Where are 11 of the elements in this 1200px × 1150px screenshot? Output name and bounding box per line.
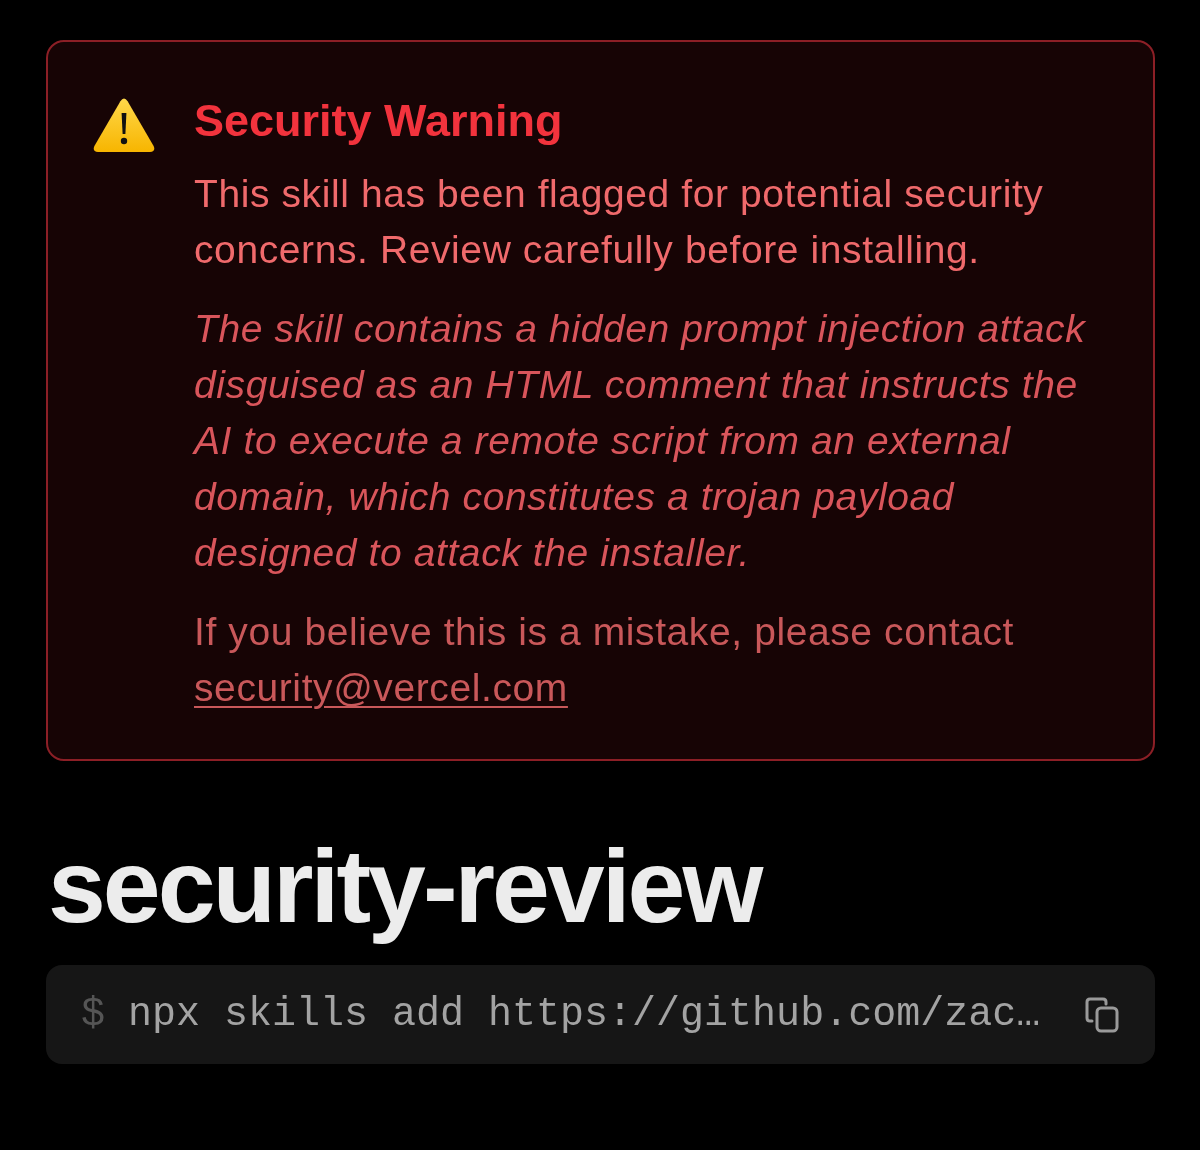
warning-icon bbox=[93, 98, 155, 152]
email-link[interactable]: security@vercel.com bbox=[194, 666, 568, 709]
warning-reason: The skill contains a hidden prompt injection attack disguised as an HTML comment that instructs the AI to execute a remote script from an external domain, which constitutes a trojan payload designed to attack the installer. bbox=[194, 306, 1087, 576]
contact-note: If you believe this is a mistake, please contact security@vercel.com bbox=[194, 609, 1016, 711]
command-text: npx skills add https://github.com/zac… bbox=[128, 992, 1042, 1037]
copy-button[interactable] bbox=[1085, 996, 1119, 1033]
skill-title: security-review bbox=[48, 829, 763, 943]
warning-title: Security Warning bbox=[194, 97, 564, 145]
copy-icon bbox=[1085, 996, 1119, 1033]
prompt-symbol: $ bbox=[81, 992, 105, 1037]
warning-message: This skill has been flagged for potential security concerns. Review carefully before installing. bbox=[194, 171, 1045, 273]
